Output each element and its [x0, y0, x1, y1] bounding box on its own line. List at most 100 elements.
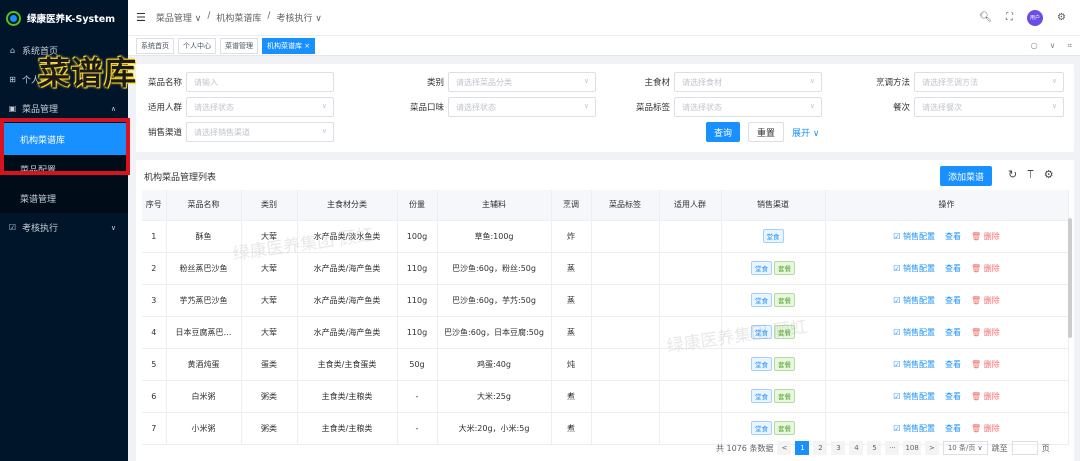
channel-badge: 套餐: [774, 325, 795, 339]
pager-page-5[interactable]: 5: [867, 441, 882, 455]
refresh-icon[interactable]: ○: [1031, 41, 1038, 51]
meal-select[interactable]: 请选择餐次 ∨: [914, 97, 1064, 117]
chevron-down-icon: ∨: [321, 102, 327, 110]
view-button[interactable]: 查看: [945, 391, 961, 402]
delete-button[interactable]: 🗑 删除: [971, 231, 1000, 242]
goto-page-input[interactable]: [1011, 441, 1038, 455]
dish-name-input[interactable]: 请输入: [186, 72, 334, 92]
vertical-scrollbar[interactable]: [1068, 218, 1072, 338]
view-button[interactable]: 查看: [945, 327, 961, 338]
cell-no: 3: [142, 284, 167, 317]
sales-config-button[interactable]: ☑ 销售配置: [893, 423, 935, 434]
delete-button[interactable]: 🗑 删除: [971, 359, 1000, 370]
cell-target-group: [659, 252, 722, 285]
tab-personal[interactable]: 个人中心: [178, 37, 216, 54]
view-button[interactable]: 查看: [945, 231, 961, 242]
expand-link[interactable]: 展开 ∨: [792, 126, 819, 139]
cell-quantity: 110g: [397, 316, 438, 349]
col-header-no: 序号: [142, 190, 167, 221]
tab-home[interactable]: 系统首页: [136, 37, 174, 54]
menu-fold-icon[interactable]: ☰: [136, 11, 146, 24]
cooking-method-label: 烹调方法: [875, 78, 910, 88]
sales-config-button[interactable]: ☑ 销售配置: [893, 231, 935, 242]
refresh-icon[interactable]: ↻: [1008, 168, 1017, 182]
pager-next[interactable]: >: [924, 441, 939, 455]
sales-config-button[interactable]: ☑ 销售配置: [893, 295, 935, 306]
cell-tags: [591, 380, 660, 413]
cell-actions: ☑ 销售配置 查看 🗑 删除: [825, 380, 1069, 413]
pager-page-3[interactable]: 3: [831, 441, 846, 455]
tab-org-recipe-library[interactable]: 机构菜谱库 ×: [262, 37, 316, 54]
gear-icon[interactable]: ⚙: [1044, 168, 1054, 182]
cell-main-ingredient: 水产品类/海产鱼类: [297, 252, 398, 285]
sales-channel-select[interactable]: 请选择销售渠道 ∨: [186, 122, 334, 142]
sales-config-button[interactable]: ☑ 销售配置: [893, 359, 935, 370]
fullscreen-icon[interactable]: ⛶: [1006, 12, 1013, 23]
grid-icon[interactable]: ⌗: [1067, 41, 1072, 51]
pager-prev[interactable]: <: [777, 441, 792, 455]
tab-recipe-management[interactable]: 菜谱管理: [220, 37, 258, 54]
cooking-method-select[interactable]: 请选择烹调方法 ∨: [914, 72, 1064, 92]
view-button[interactable]: 查看: [945, 359, 961, 370]
chevron-down-icon: ∨: [809, 102, 815, 110]
cell-actions: ☑ 销售配置 查看 🗑 删除: [825, 252, 1069, 285]
add-recipe-button[interactable]: 添加菜谱: [940, 166, 992, 186]
filter-panel: 菜品名称 请输入 类别 请选择菜品分类 ∨ 主食材 请选择食材 ∨ 烹调方法 请选择…: [136, 64, 1074, 152]
cell-target-group: [659, 284, 722, 317]
search-icon[interactable]: 🔍︎: [979, 12, 992, 23]
column-height-icon[interactable]: ⟙: [1027, 168, 1034, 182]
sales-config-button[interactable]: ☑ 销售配置: [893, 327, 935, 338]
pager-page-4[interactable]: 4: [849, 441, 864, 455]
cell-name: 小米粥: [166, 412, 242, 445]
sidebar-item-dish-management[interactable]: ▣ 菜品管理 ∧: [0, 94, 128, 123]
sidebar-item-recipe-management[interactable]: 菜谱管理: [0, 184, 128, 213]
cell-name: 白米粥: [166, 380, 242, 413]
dish-tag-select[interactable]: 请选择状态 ∨: [674, 97, 822, 117]
cell-ingredients: 鸡蛋:40g: [437, 348, 552, 381]
sidebar-item-dish-config[interactable]: 菜品配置: [0, 155, 128, 184]
delete-button[interactable]: 🗑 删除: [971, 263, 1000, 274]
cell-tags: [591, 220, 660, 253]
cell-sales-channel: 堂食 套餐: [721, 316, 826, 349]
pager-page-2[interactable]: 2: [813, 441, 828, 455]
col-header-ingredients: 主辅料: [437, 190, 552, 221]
cell-actions: ☑ 销售配置 查看 🗑 删除: [825, 412, 1069, 445]
target-group-select[interactable]: 请选择状态 ∨: [186, 97, 334, 117]
cell-ingredients: 巴沙鱼:60g，粉丝:50g: [437, 252, 552, 285]
gear-icon[interactable]: ⚙: [1057, 12, 1066, 23]
chevron-down-icon[interactable]: ∨: [1050, 41, 1056, 51]
cell-tags: [591, 316, 660, 349]
delete-button[interactable]: 🗑 删除: [971, 423, 1000, 434]
view-button[interactable]: 查看: [945, 295, 961, 306]
sales-config-button[interactable]: ☑ 销售配置: [893, 391, 935, 402]
app-logo: 绿康医养K-System: [0, 0, 128, 36]
pager-ellipsis[interactable]: ···: [885, 441, 900, 455]
col-header-quantity: 份量: [397, 190, 438, 221]
chevron-down-icon: ∨: [583, 102, 589, 110]
flavor-select[interactable]: 请选择状态 ∨: [448, 97, 596, 117]
col-header-actions: 操作: [825, 190, 1069, 221]
main-ingredient-select[interactable]: 请选择食材 ∨: [674, 72, 822, 92]
pager-page-last[interactable]: 108: [903, 441, 921, 455]
view-button[interactable]: 查看: [945, 263, 961, 274]
delete-button[interactable]: 🗑 删除: [971, 295, 1000, 306]
sidebar-item-org-recipe-library[interactable]: 机构菜谱库: [0, 123, 128, 155]
category-select[interactable]: 请选择菜品分类 ∨: [448, 72, 596, 92]
pager-total: 共 1076 条数据: [716, 443, 774, 453]
submenu: 机构菜谱库 菜品配置 菜谱管理: [0, 123, 128, 213]
delete-button[interactable]: 🗑 删除: [971, 327, 1000, 338]
dish-table: 序号 菜品名称 类别 主食材分类 份量 主辅料 烹调 菜品标签 适用人群 销售渠…: [142, 190, 1069, 445]
cell-actions: ☑ 销售配置 查看 🗑 删除: [825, 316, 1069, 349]
page-size-select[interactable]: 10 条/页 ∨: [942, 441, 988, 455]
cell-no: 4: [142, 316, 167, 349]
query-button[interactable]: 查询: [706, 122, 741, 142]
sidebar-item-assessment[interactable]: ☑ 考核执行 ∨: [0, 213, 128, 242]
sales-config-button[interactable]: ☑ 销售配置: [893, 263, 935, 274]
pagination: 共 1076 条数据 < 1 2 3 4 5 ··· 108 > 10 条/页 …: [716, 441, 1050, 455]
view-button[interactable]: 查看: [945, 423, 961, 434]
delete-button[interactable]: 🗑 删除: [971, 391, 1000, 402]
avatar[interactable]: 用户: [1027, 9, 1044, 26]
reset-button[interactable]: 重置: [748, 122, 785, 142]
pager-page-1[interactable]: 1: [795, 441, 810, 455]
chevron-down-icon: ∨: [1051, 77, 1057, 85]
